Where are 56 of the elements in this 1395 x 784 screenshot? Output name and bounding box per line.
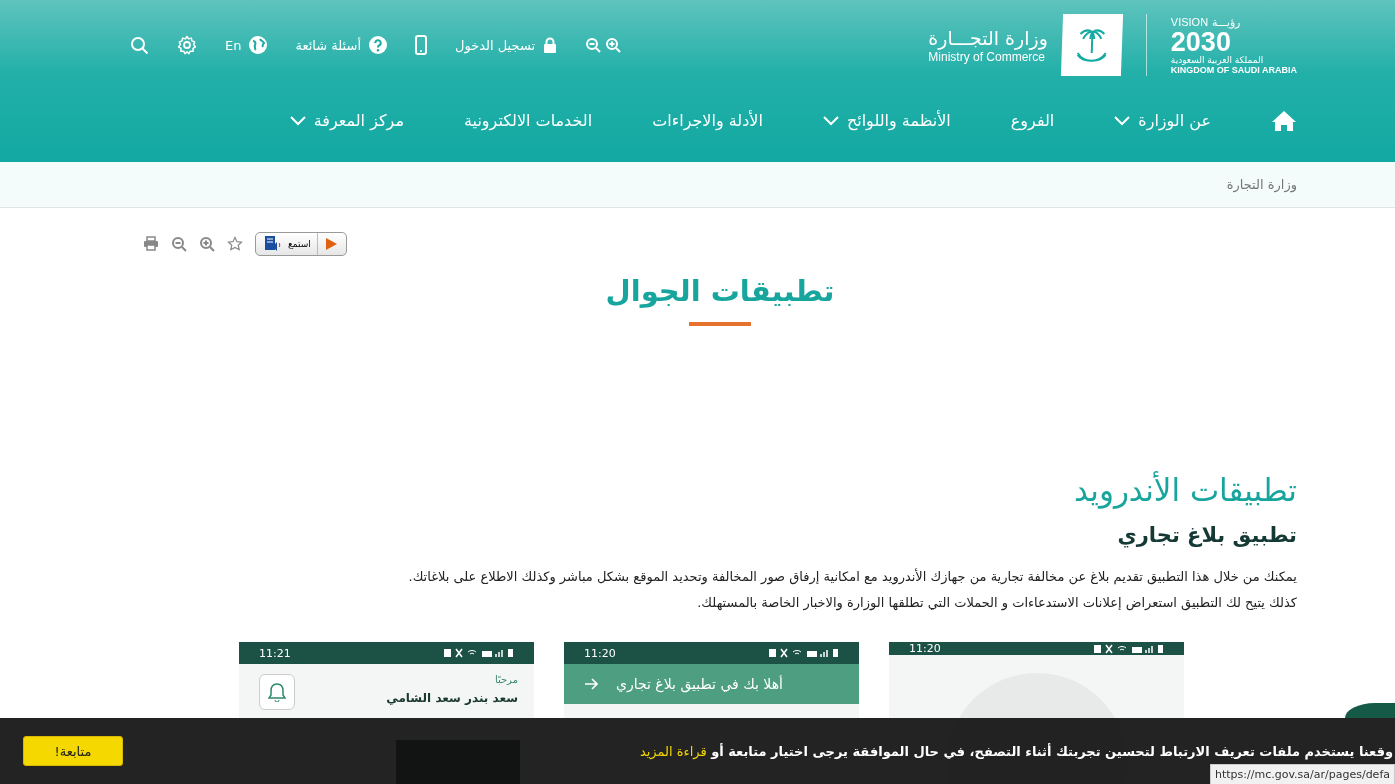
page-title: تطبيقات الجوال — [604, 273, 836, 310]
faq-link[interactable]: أسئلة شائعة — [295, 36, 387, 54]
breadcrumb-link[interactable]: وزارة التجارة — [1226, 177, 1297, 192]
status-time: 11:20 — [909, 642, 941, 655]
country-name: KINGDOM OF SAUDI ARABIA — [1170, 64, 1297, 75]
vision-year: 2030 — [1170, 28, 1231, 55]
title-underline — [689, 322, 751, 326]
section-heading: تطبيقات الأندرويد — [1073, 470, 1297, 511]
ministry-name: وزارة التجـــارة — [928, 26, 1048, 50]
star-icon[interactable] — [227, 236, 243, 252]
paragraph: كذلك يتيح لك التطبيق استعراض إعلانات الاستدعاءات و الحملات التي تطلقها الوزارة والاخبار الخاصة بالمستهلك. — [696, 594, 1297, 613]
question-icon — [369, 36, 387, 54]
zoom-in-icon — [605, 37, 622, 53]
continue-button[interactable]: متابعة! — [23, 736, 123, 766]
listen-button[interactable]: استمع — [255, 232, 347, 256]
paragraph: يمكنك من خلال هذا التطبيق تقديم بلاغ عن مخالفة تجارية من جهازك الأندرويد مع امكانية إرفاق صور المخالفة وتحديد الموقع بشكل مباشر وكذلك الاطلاع على بلاغاتك. — [407, 567, 1297, 587]
zoom-out-icon — [585, 37, 602, 53]
nav-link[interactable]: الفروع — [1010, 110, 1055, 130]
status-icons-drawing — [1094, 643, 1164, 654]
zoom-in-icon[interactable] — [199, 236, 215, 252]
bell-icon — [268, 682, 286, 702]
login-link[interactable]: تسجيل الدخول — [455, 37, 558, 53]
bell-button[interactable] — [259, 674, 295, 710]
zoom-out-icon[interactable] — [171, 236, 187, 252]
speaker-document-icon — [264, 235, 282, 253]
status-icons-drawing — [769, 648, 839, 658]
home-icon[interactable] — [1271, 109, 1297, 131]
status-url: https://mc.gov.sa/ar/pages/defa — [1210, 764, 1395, 784]
banner-text: أهلا بك في تطبيق بلاغ تجاري — [616, 676, 783, 692]
play-icon — [323, 237, 338, 251]
chat-bubble-icon[interactable] — [1345, 703, 1395, 718]
search-icon[interactable] — [130, 35, 149, 55]
nav-link[interactable]: الأنظمة واللوائح — [822, 110, 951, 130]
nav-link[interactable]: عن الوزارة — [1114, 110, 1211, 130]
settings-icon[interactable] — [177, 35, 197, 55]
print-icon[interactable] — [143, 236, 159, 252]
country-name: المملكة العربية السعودية — [1170, 54, 1264, 65]
nav-link[interactable]: الخدمات الالكترونية — [464, 110, 593, 130]
mobile-phone-icon[interactable] — [415, 35, 427, 55]
vision-word: VISION — [1170, 15, 1209, 29]
language-link[interactable]: En — [225, 36, 268, 54]
nav-link[interactable]: الأدلة والاجراءات — [652, 110, 763, 130]
cookie-notice: وقعنا يستخدم ملفات تعريف الارتباط لتحسين تجربتك أثناء التصفح، في حال الموافقة يرجى اختيار متابعة أو قراءة المزيد — [639, 743, 1393, 759]
status-time: 11:20 — [584, 646, 616, 660]
read-more-link[interactable]: قراءة المزيد — [639, 743, 707, 759]
status-time: 11:21 — [259, 646, 291, 660]
status-icons-drawing — [444, 648, 514, 658]
ministry-name: Ministry of Commerce — [928, 50, 1046, 64]
greeting: مرحبًا — [493, 674, 518, 685]
nav-link[interactable]: مركز المعرفة — [289, 110, 404, 130]
user-name: سعد بندر سعد الشامي — [386, 691, 518, 705]
globe-icon — [249, 36, 268, 54]
app-heading: تطبيق بلاغ تجاري — [1116, 522, 1297, 550]
vision-word: رؤيـــة — [1212, 15, 1241, 29]
arrow-right-icon — [584, 678, 598, 690]
lock-icon — [543, 37, 558, 53]
